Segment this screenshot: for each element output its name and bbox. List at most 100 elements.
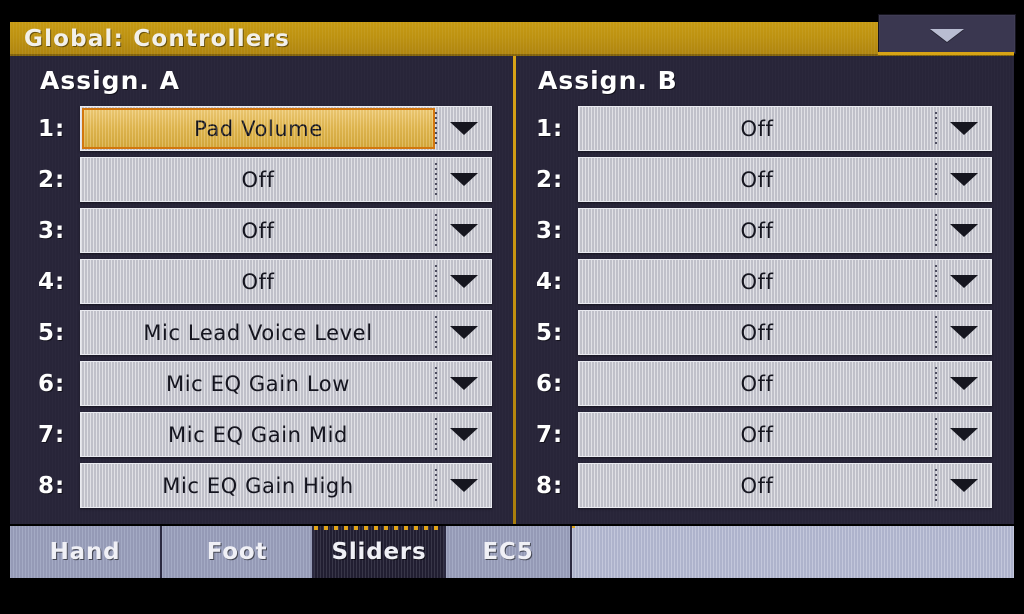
tab-foot[interactable]: Foot [162, 526, 314, 578]
tab-label: Hand [49, 539, 121, 565]
controller-row: 4: Off [10, 259, 510, 304]
chevron-down-icon [950, 479, 978, 492]
row-number-label: 8: [536, 472, 564, 499]
dropdown-arrow-button[interactable] [437, 413, 491, 456]
controller-row: 3: Off [10, 208, 510, 253]
device-screen: Global: Controllers Assign. A 1: Pad Volu… [0, 0, 1024, 614]
assign-b-dropdown-2[interactable]: Off [578, 157, 992, 202]
dropdown-value[interactable]: Off [579, 107, 935, 150]
assign-a-dropdown-3[interactable]: Off [80, 208, 492, 253]
dropdown-arrow-button[interactable] [937, 413, 991, 456]
assign-b-dropdown-1[interactable]: Off [578, 106, 992, 151]
dropdown-value[interactable]: Mic EQ Gain Mid [81, 413, 435, 456]
row-number-label: 2: [38, 166, 66, 193]
controller-row: 5: Mic Lead Voice Level [10, 310, 510, 355]
controller-row: 5: Off [518, 310, 1014, 355]
page-menu-button[interactable] [878, 14, 1016, 54]
assign-a-dropdown-8[interactable]: Mic EQ Gain High [80, 463, 492, 508]
row-number-label: 7: [536, 421, 564, 448]
assign-a-dropdown-7[interactable]: Mic EQ Gain Mid [80, 412, 492, 457]
assign-a-dropdown-4[interactable]: Off [80, 259, 492, 304]
controller-row: 2: Off [518, 157, 1014, 202]
dropdown-arrow-button[interactable] [437, 158, 491, 201]
dropdown-arrow-button[interactable] [437, 260, 491, 303]
row-number-label: 3: [536, 217, 564, 244]
chevron-down-icon [950, 428, 978, 441]
assign-b-dropdown-6[interactable]: Off [578, 361, 992, 406]
dropdown-arrow-button[interactable] [937, 464, 991, 507]
chevron-down-icon [450, 377, 478, 390]
row-number-label: 4: [38, 268, 66, 295]
chevron-down-icon [950, 173, 978, 186]
chevron-down-icon [950, 326, 978, 339]
assign-a-header: Assign. A [40, 66, 180, 95]
dropdown-value[interactable]: Off [579, 362, 935, 405]
dropdown-value[interactable]: Off [579, 158, 935, 201]
dropdown-arrow-button[interactable] [937, 260, 991, 303]
controller-row: 8: Mic EQ Gain High [10, 463, 510, 508]
dropdown-value[interactable]: Off [81, 158, 435, 201]
tab-sliders[interactable]: Sliders [314, 526, 446, 578]
dropdown-value[interactable]: Off [81, 209, 435, 252]
assign-a-dropdown-5[interactable]: Mic Lead Voice Level [80, 310, 492, 355]
dropdown-arrow-button[interactable] [937, 107, 991, 150]
dropdown-value[interactable]: Mic Lead Voice Level [81, 311, 435, 354]
chevron-down-icon [450, 275, 478, 288]
row-number-label: 5: [536, 319, 564, 346]
dropdown-value[interactable]: Pad Volume [82, 108, 435, 149]
row-number-label: 4: [536, 268, 564, 295]
dropdown-value[interactable]: Off [81, 260, 435, 303]
chevron-down-icon [450, 122, 478, 135]
dropdown-arrow-button[interactable] [437, 107, 491, 150]
chevron-down-icon [950, 377, 978, 390]
chevron-down-icon [450, 479, 478, 492]
controller-row: 6: Mic EQ Gain Low [10, 361, 510, 406]
dropdown-value[interactable]: Off [579, 209, 935, 252]
tab-marker-tick [572, 526, 575, 528]
dropdown-value[interactable]: Mic EQ Gain High [81, 464, 435, 507]
controller-row: 8: Off [518, 463, 1014, 508]
assign-b-row-list: 1: Off 2: Off 3: Off 4: Off 5: Off 6: Off 7: Off 8: Off [518, 106, 1014, 514]
dropdown-value[interactable]: Mic EQ Gain Low [81, 362, 435, 405]
controller-row: 3: Off [518, 208, 1014, 253]
assign-b-dropdown-7[interactable]: Off [578, 412, 992, 457]
chevron-down-icon [450, 224, 478, 237]
dropdown-value[interactable]: Off [579, 311, 935, 354]
tab-label: Foot [206, 539, 268, 565]
tab-label: Sliders [331, 539, 427, 565]
dropdown-value[interactable]: Off [579, 413, 935, 456]
assign-a-row-list: 1: Pad Volume 2: Off 3: Off 4: Off 5: Mic Lead Vo… [10, 106, 510, 514]
assign-a-dropdown-6[interactable]: Mic EQ Gain Low [80, 361, 492, 406]
assign-a-dropdown-1[interactable]: Pad Volume [80, 106, 492, 151]
tab-hand[interactable]: Hand [10, 526, 162, 578]
row-number-label: 5: [38, 319, 66, 346]
dropdown-arrow-button[interactable] [937, 209, 991, 252]
dropdown-arrow-button[interactable] [437, 362, 491, 405]
controller-row: 1: Pad Volume [10, 106, 510, 151]
dropdown-value[interactable]: Off [579, 260, 935, 303]
assign-b-dropdown-4[interactable]: Off [578, 259, 992, 304]
dropdown-arrow-button[interactable] [937, 158, 991, 201]
chevron-down-icon [950, 122, 978, 135]
dropdown-value[interactable]: Off [579, 464, 935, 507]
assign-a-dropdown-2[interactable]: Off [80, 157, 492, 202]
page-title: Global: Controllers [24, 26, 291, 52]
tab-ec5[interactable]: EC5 [446, 526, 572, 578]
dropdown-arrow-button[interactable] [937, 362, 991, 405]
row-number-label: 1: [536, 115, 564, 142]
assign-b-dropdown-5[interactable]: Off [578, 310, 992, 355]
dropdown-arrow-button[interactable] [437, 464, 491, 507]
assign-b-dropdown-3[interactable]: Off [578, 208, 992, 253]
row-number-label: 3: [38, 217, 66, 244]
controller-row: 6: Off [518, 361, 1014, 406]
controller-row: 7: Mic EQ Gain Mid [10, 412, 510, 457]
controller-row: 2: Off [10, 157, 510, 202]
tab-label: EC5 [482, 539, 534, 565]
assign-b-dropdown-8[interactable]: Off [578, 463, 992, 508]
dropdown-arrow-button[interactable] [437, 311, 491, 354]
dropdown-arrow-button[interactable] [937, 311, 991, 354]
chevron-down-icon [450, 326, 478, 339]
dropdown-arrow-button[interactable] [437, 209, 491, 252]
controller-row: 4: Off [518, 259, 1014, 304]
row-number-label: 7: [38, 421, 66, 448]
